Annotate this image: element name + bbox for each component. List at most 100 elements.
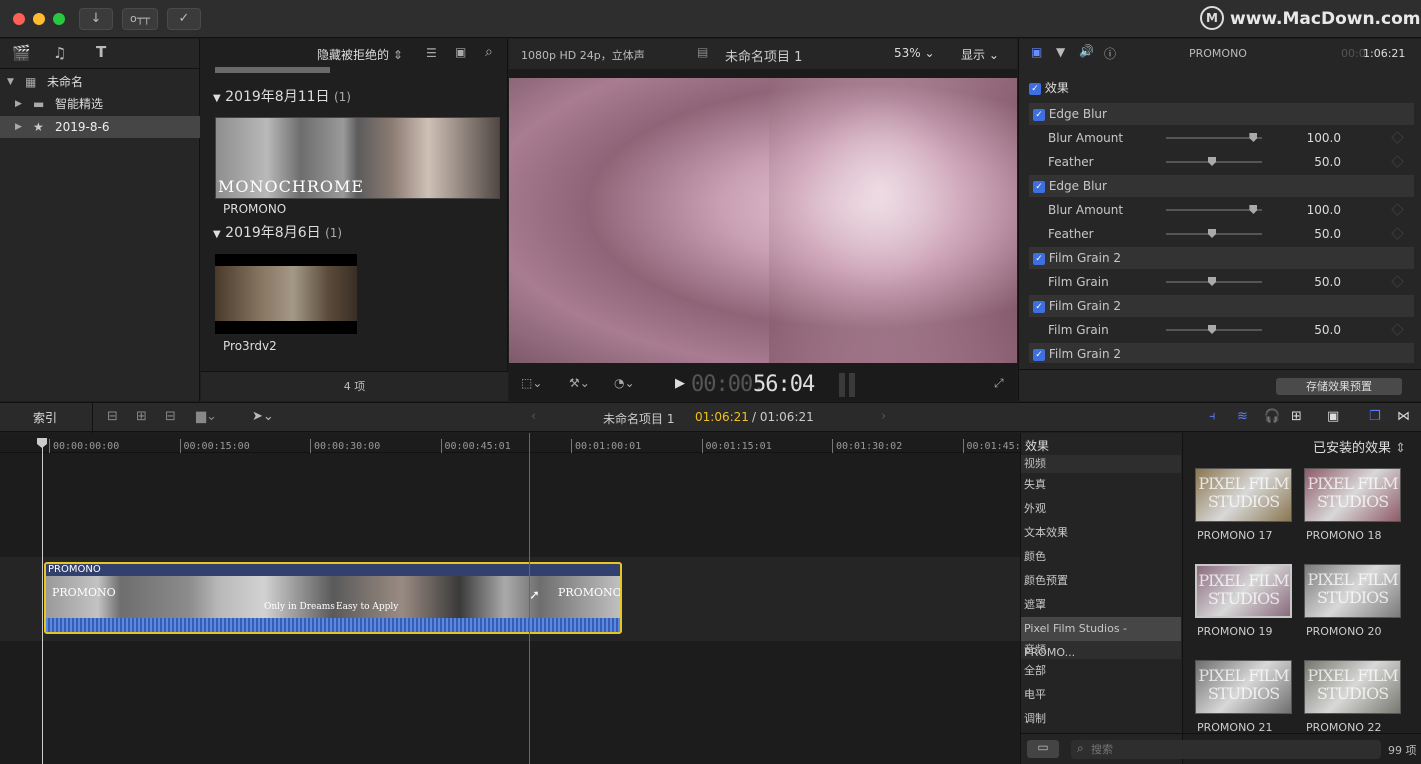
event-date-header[interactable]: ▼ 2019年8月6日 (1) (213, 222, 342, 242)
effect-header[interactable]: ✓ Film Grain 2 (1029, 343, 1414, 363)
effects-search-field[interactable]: ⌕ (1071, 740, 1381, 759)
keywords-button[interactable]: o┬┬ (122, 8, 158, 30)
clip-thumbnail-pro3rdv2[interactable] (215, 254, 357, 334)
solo-headphones-icon[interactable]: 🎧 (1264, 409, 1280, 424)
timeline[interactable]: 00:00:00:00 00:00:15:00 00:00:30:00 00:00:4… (0, 433, 1027, 764)
effects-category-item[interactable]: 颜色 (1021, 545, 1181, 569)
photos-audio-icon[interactable]: ♫ (53, 44, 66, 62)
close-window-button[interactable] (13, 13, 25, 25)
timeline-ruler[interactable]: 00:00:00:00 00:00:15:00 00:00:30:00 00:00:4… (0, 433, 1027, 453)
effect-preset-thumbnail[interactable]: PIXEL FILM STUDIOS (1304, 660, 1401, 714)
effect-preset-thumbnail[interactable]: PIXEL FILM STUDIOS (1195, 660, 1292, 714)
clip-filter-select[interactable]: 隐藏被拒绝的 ⇕ (317, 46, 403, 63)
effects-category-item[interactable]: 电平 (1021, 683, 1181, 707)
slider-knob[interactable] (1208, 325, 1216, 334)
event-date-header[interactable]: ▼ 2019年8月11日 (1) (213, 86, 351, 106)
parameter-slider[interactable] (1166, 157, 1262, 166)
parameter-slider[interactable] (1166, 205, 1262, 214)
effect-header[interactable]: ✓ Film Grain 2 (1029, 295, 1414, 317)
overwrite-clip-icon[interactable]: ▆⌄ (196, 409, 217, 424)
effects-category-item[interactable]: 失真 (1021, 473, 1181, 497)
slider-knob[interactable] (1249, 133, 1258, 142)
slider-knob[interactable] (1208, 229, 1216, 238)
effect-parameter-row[interactable]: Film Grain 50.0 (1029, 319, 1414, 341)
search-icon[interactable]: ⌕ (485, 44, 493, 60)
disclosure-open-icon[interactable]: ▼ (7, 71, 14, 93)
parameter-slider[interactable] (1166, 277, 1262, 286)
enhance-wand-icon[interactable]: ⚒⌄ (569, 376, 590, 390)
snapping-icon[interactable]: ⊞ (1291, 409, 1302, 424)
checkbox-checked-icon[interactable]: ✓ (1033, 348, 1045, 361)
sidebar-toggle-icon[interactable]: ▭ (1027, 740, 1059, 758)
audio-inspector-icon[interactable]: 🔊 (1079, 44, 1094, 58)
clip-thumbnail-promono[interactable]: MONOCHROME (215, 117, 500, 199)
checkbox-checked-icon[interactable]: ✓ (1033, 108, 1045, 121)
parameter-slider[interactable] (1166, 133, 1262, 142)
list-view-icon[interactable]: ☰ (426, 46, 437, 60)
video-frame[interactable] (509, 78, 1017, 363)
audio-skimming-icon[interactable]: ≋ (1237, 409, 1248, 424)
effects-section-header[interactable]: ✓ 效果 (1029, 79, 1069, 96)
checkbox-checked-icon[interactable]: ✓ (1033, 252, 1045, 265)
zoom-select[interactable]: 53% ⌄ (894, 46, 935, 60)
import-button[interactable]: ↓ (79, 8, 113, 30)
retime-speed-icon[interactable]: ◔⌄ (614, 376, 635, 390)
fullscreen-icon[interactable]: ⤢ (994, 376, 1004, 391)
effects-category-item[interactable]: 文本效果 (1021, 521, 1181, 545)
clip-appearance-icon[interactable]: ▣ (1327, 409, 1339, 424)
append-clip-icon[interactable]: ⊟ (165, 409, 176, 424)
color-inspector-icon[interactable]: ▼ (1056, 45, 1065, 59)
effect-parameter-row[interactable]: Blur Amount 100.0 (1029, 199, 1414, 221)
effects-browser-icon[interactable]: ❐ (1369, 409, 1381, 424)
keyframe-diamond-icon[interactable] (1391, 203, 1404, 216)
checkbox-checked-icon[interactable]: ✓ (1033, 180, 1045, 193)
video-inspector-icon[interactable]: ▣ (1031, 45, 1042, 59)
parameter-value[interactable]: 50.0 (1259, 271, 1341, 293)
effect-header[interactable]: ✓ Edge Blur (1029, 103, 1414, 125)
checkbox-checked-icon[interactable]: ✓ (1033, 300, 1045, 313)
effect-header[interactable]: ✓ Edge Blur (1029, 175, 1414, 197)
keyframe-diamond-icon[interactable] (1391, 155, 1404, 168)
parameter-value[interactable]: 50.0 (1259, 223, 1341, 245)
slider-knob[interactable] (1208, 157, 1216, 166)
minimize-window-button[interactable] (33, 13, 45, 25)
keyframe-diamond-icon[interactable] (1391, 275, 1404, 288)
display-select[interactable]: 显示 ⌄ (961, 46, 999, 63)
installed-effects-select[interactable]: 已安装的效果 ⇕ (1313, 437, 1406, 456)
disclosure-open-icon[interactable]: ▼ (213, 229, 221, 240)
disclosure-closed-icon[interactable]: ▶ (15, 93, 22, 115)
effect-parameter-row[interactable]: Feather 50.0 (1029, 223, 1414, 245)
effect-preset-thumbnail[interactable]: PIXEL FILM STUDIOS (1195, 468, 1292, 522)
back-arrow-icon[interactable]: ‹ (531, 409, 536, 424)
parameter-value[interactable]: 50.0 (1259, 151, 1341, 173)
insert-clip-icon[interactable]: ⊞ (136, 409, 147, 424)
effects-category-item[interactable]: Pixel Film Studios - PROMO... (1021, 617, 1181, 659)
play-button[interactable]: ▶ (675, 376, 685, 391)
parameter-slider[interactable] (1166, 229, 1262, 238)
effect-parameter-row[interactable]: Film Grain 50.0 (1029, 271, 1414, 293)
effects-category-item[interactable]: 外观 (1021, 497, 1181, 521)
library-root[interactable]: ▼ ▦ 未命名 (0, 71, 200, 93)
zoom-window-button[interactable] (53, 13, 65, 25)
effects-search-input[interactable] (1091, 741, 1371, 758)
filmstrip-icon[interactable]: ▣ (455, 45, 466, 59)
effect-parameter-row[interactable]: Feather 50.0 (1029, 151, 1414, 173)
parameter-value[interactable]: 100.0 (1259, 127, 1341, 149)
info-icon[interactable]: ⓘ (1104, 45, 1116, 62)
titles-generators-icon[interactable]: T (96, 43, 106, 61)
slider-knob[interactable] (1208, 277, 1216, 286)
effects-category-item[interactable]: 颜色预置 (1021, 569, 1181, 593)
disclosure-open-icon[interactable]: ▼ (213, 93, 221, 104)
connect-clip-icon[interactable]: ⊟ (107, 409, 118, 424)
keyframe-diamond-icon[interactable] (1391, 227, 1404, 240)
parameter-value[interactable]: 50.0 (1259, 319, 1341, 341)
effects-category-item[interactable]: 遮罩 (1021, 593, 1181, 617)
effect-preset-thumbnail[interactable]: PIXEL FILM STUDIOS (1195, 564, 1292, 618)
effects-category-item[interactable]: 调制 (1021, 707, 1181, 731)
select-tool-icon[interactable]: ➤⌄ (252, 409, 274, 424)
disclosure-closed-icon[interactable]: ▶ (15, 116, 22, 138)
keyframe-diamond-icon[interactable] (1391, 323, 1404, 336)
effect-header[interactable]: ✓ Film Grain 2 (1029, 247, 1414, 269)
checkbox-checked-icon[interactable]: ✓ (1029, 82, 1041, 95)
index-button[interactable]: 索引 (33, 409, 57, 426)
